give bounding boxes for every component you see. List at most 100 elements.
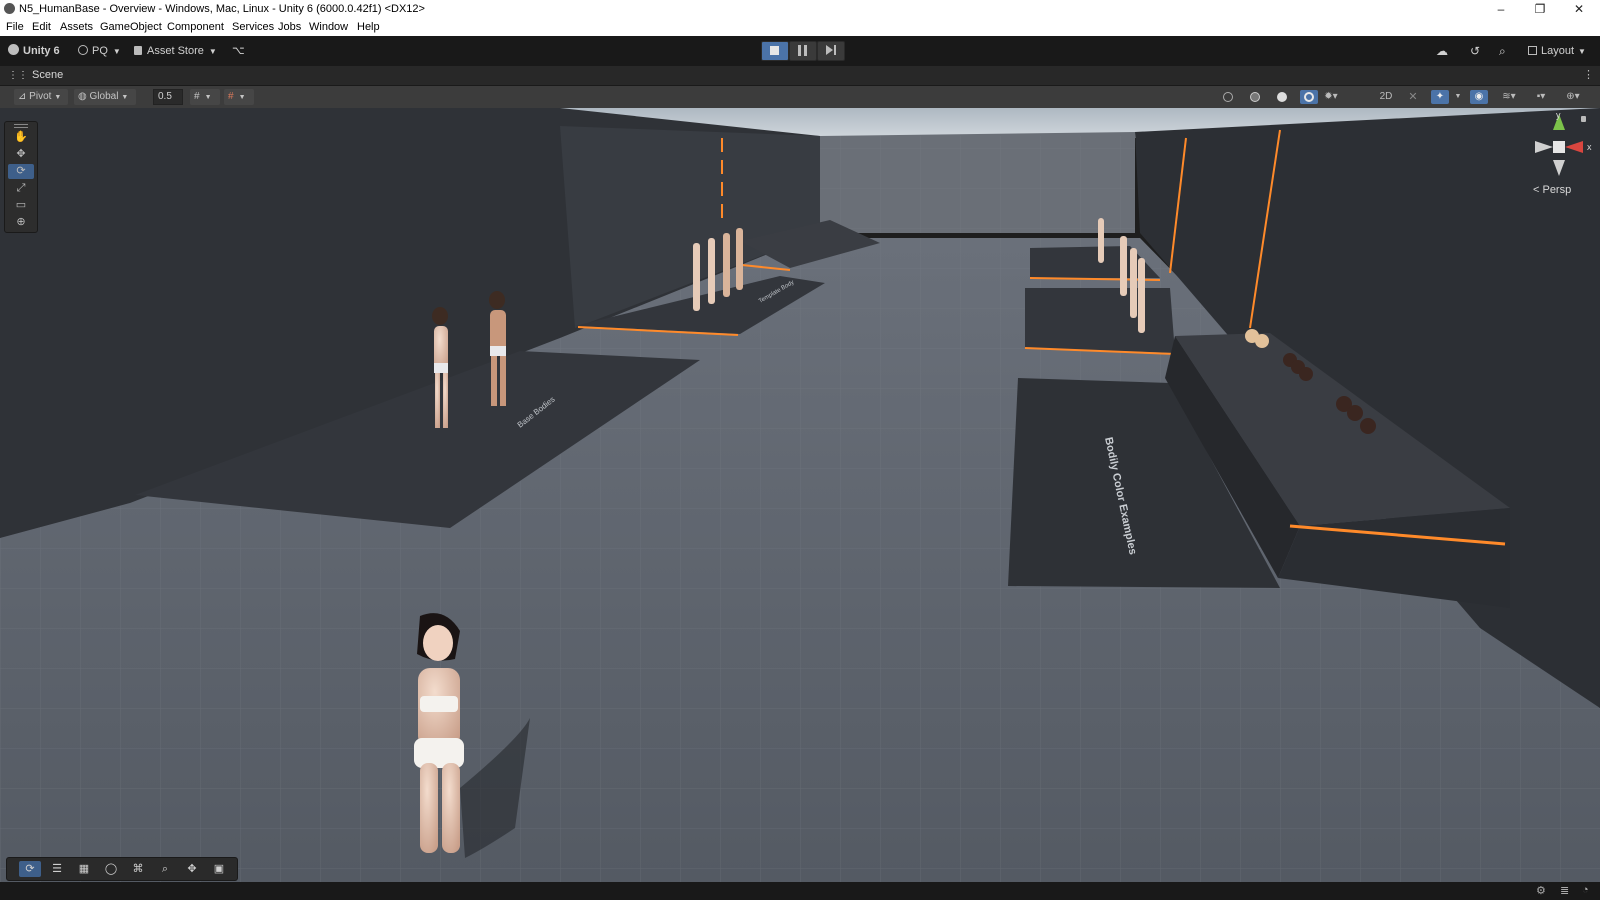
- overlay-search-button[interactable]: ⌕: [154, 861, 176, 877]
- shopping-bag-icon: [134, 46, 142, 55]
- camera-dropdown[interactable]: ▪▾: [1528, 90, 1554, 104]
- chevron-down-icon: ▼: [1578, 47, 1586, 56]
- neg-y-axis-cone[interactable]: [1553, 160, 1565, 176]
- account-button[interactable]: Unity 6: [8, 43, 60, 59]
- menu-component[interactable]: Component: [167, 21, 224, 33]
- scene-grid-icon: ⋮⋮: [8, 70, 28, 81]
- asset-store-label: Asset Store: [147, 45, 204, 57]
- scene-viewport[interactable]: Base Bodies Template Body Bodily Color E…: [0, 108, 1600, 882]
- cloud-icon[interactable]: ☁: [1436, 43, 1448, 59]
- neg-x-axis-cone[interactable]: [1535, 141, 1553, 153]
- step-button[interactable]: [817, 41, 845, 61]
- tool-palette: ✋ ✥ ⟳ ⤢ ▭ ⊕: [4, 121, 38, 233]
- menu-services[interactable]: Services: [232, 21, 274, 33]
- window-title: N5_HumanBase - Overview - Windows, Mac, …: [19, 3, 425, 15]
- menu-help[interactable]: Help: [357, 21, 380, 33]
- overlay-list-button[interactable]: ☰: [46, 861, 68, 877]
- overlay-grid-button[interactable]: ▦: [73, 861, 95, 877]
- pivot-icon: ⊿: [18, 91, 30, 102]
- menu-gameobject[interactable]: GameObject: [100, 21, 162, 33]
- lighting-dropdown[interactable]: ✹▾: [1322, 90, 1340, 104]
- global-dropdown[interactable]: ◍ Global ▼: [74, 89, 136, 105]
- debug-icon[interactable]: ⚙: [1536, 884, 1546, 897]
- pivot-dropdown[interactable]: ⊿ Pivot ▼: [14, 89, 68, 105]
- hand-tool-button[interactable]: ✋: [8, 130, 34, 145]
- search-icon[interactable]: ⌕: [1499, 43, 1506, 59]
- asset-store-dropdown[interactable]: Asset Store ▼: [134, 43, 217, 59]
- transform-tool-button[interactable]: ⊕: [8, 215, 34, 230]
- layers-dropdown[interactable]: ≋▾: [1496, 90, 1522, 104]
- scene-toolbar: ⊿ Pivot ▼ ◍ Global ▼ 0.5 # ▼ # ▼ ✹▾ 2D ✕ ✦ ▼…: [0, 86, 1600, 109]
- overlay-move-button[interactable]: ✥: [181, 861, 203, 877]
- version-control-icon[interactable]: ⌥: [232, 43, 245, 59]
- global-label: Global: [89, 91, 119, 102]
- menu-assets[interactable]: Assets: [60, 21, 93, 33]
- overlay-nav-button[interactable]: ⌘: [127, 861, 149, 877]
- shaded-icon[interactable]: [1273, 90, 1291, 104]
- restore-button[interactable]: ❐: [1521, 0, 1559, 18]
- effects-chevron-icon[interactable]: ▼: [1449, 90, 1467, 104]
- perspective-toggle[interactable]: < Persp: [1533, 184, 1571, 196]
- gizmo-center-cube[interactable]: [1553, 141, 1565, 153]
- move-tool-button[interactable]: ✥: [8, 147, 34, 162]
- stop-icon: [770, 46, 779, 55]
- shaded-wireframe-icon[interactable]: [1246, 90, 1264, 104]
- chevron-down-icon: ▼: [238, 94, 246, 101]
- stack-icon[interactable]: ≣: [1560, 884, 1569, 897]
- scene-visibility-icon[interactable]: ◉: [1470, 90, 1488, 104]
- grid-icon: #: [228, 91, 234, 102]
- minimize-button[interactable]: –: [1482, 0, 1520, 18]
- organization-dropdown[interactable]: PQ ▼: [78, 43, 121, 59]
- menu-file[interactable]: File: [6, 21, 24, 33]
- chevron-down-icon: ▼: [204, 94, 212, 101]
- pause-icon: [798, 45, 801, 56]
- chevron-down-icon: ▼: [121, 94, 129, 101]
- notification-icon[interactable]: ◔: [1582, 884, 1589, 896]
- more-options-icon[interactable]: ⋮: [1583, 68, 1594, 81]
- layout-icon: [1528, 46, 1537, 55]
- x-axis-cone[interactable]: [1565, 141, 1583, 153]
- lit-shading-icon[interactable]: [1300, 90, 1318, 104]
- pause-button[interactable]: [789, 41, 817, 61]
- chevron-down-icon: ▼: [54, 94, 62, 101]
- rect-tool-button[interactable]: ▭: [8, 198, 34, 213]
- snap-increment-field[interactable]: 0.5: [153, 89, 183, 105]
- gizmos-dropdown[interactable]: ⊕▾: [1560, 90, 1586, 104]
- overlay-rotate-button[interactable]: ⟳: [19, 861, 41, 877]
- grid-snap-icon: #: [194, 91, 200, 102]
- overlay-toolbar: ⟳ ☰ ▦ ◯ ⌘ ⌕ ✥ ▣: [6, 857, 238, 881]
- overlay-circle-button[interactable]: ◯: [100, 861, 122, 877]
- menu-jobs[interactable]: Jobs: [278, 21, 301, 33]
- grid-snap-dropdown[interactable]: # ▼: [190, 89, 220, 105]
- menu-window[interactable]: Window: [309, 21, 348, 33]
- gizmo-x-label: x: [1587, 142, 1592, 152]
- palette-handle[interactable]: [14, 124, 28, 128]
- close-button[interactable]: ✕: [1560, 0, 1598, 18]
- step-icon: [826, 45, 833, 55]
- 2d-toggle-icon[interactable]: 2D: [1377, 90, 1395, 104]
- layout-dropdown[interactable]: Layout ▼: [1528, 43, 1586, 59]
- overlay-view-button[interactable]: ▣: [208, 861, 230, 877]
- audio-toggle-icon[interactable]: ✕: [1404, 90, 1422, 104]
- gizmo-y-label: y: [1556, 110, 1561, 120]
- org-label: PQ: [92, 45, 108, 57]
- effects-toggle-icon[interactable]: ✦: [1431, 90, 1449, 104]
- rotate-tool-button[interactable]: ⟳: [8, 164, 34, 179]
- unity-account-icon: [8, 44, 19, 55]
- menu-edit[interactable]: Edit: [32, 21, 51, 33]
- pause-icon-bar: [804, 45, 807, 56]
- scale-tool-button[interactable]: ⤢: [8, 181, 34, 196]
- user-icon: [78, 45, 88, 55]
- chevron-down-icon: ▼: [112, 47, 121, 56]
- grid-visibility-dropdown[interactable]: # ▼: [224, 89, 254, 105]
- account-label: Unity 6: [23, 45, 60, 57]
- play-stop-button[interactable]: [761, 41, 789, 61]
- scene-render: Base Bodies Template Body Bodily Color E…: [0, 108, 1600, 882]
- back-wall-grid: [820, 136, 1135, 233]
- history-icon[interactable]: ↺: [1470, 43, 1480, 59]
- lock-icon[interactable]: [1581, 116, 1586, 122]
- wireframe-shading-icon[interactable]: [1219, 90, 1237, 104]
- tab-scene[interactable]: ⋮⋮ Scene: [8, 69, 63, 81]
- window-title-bar: N5_HumanBase - Overview - Windows, Mac, …: [0, 0, 1600, 18]
- chevron-down-icon: ▼: [208, 47, 217, 56]
